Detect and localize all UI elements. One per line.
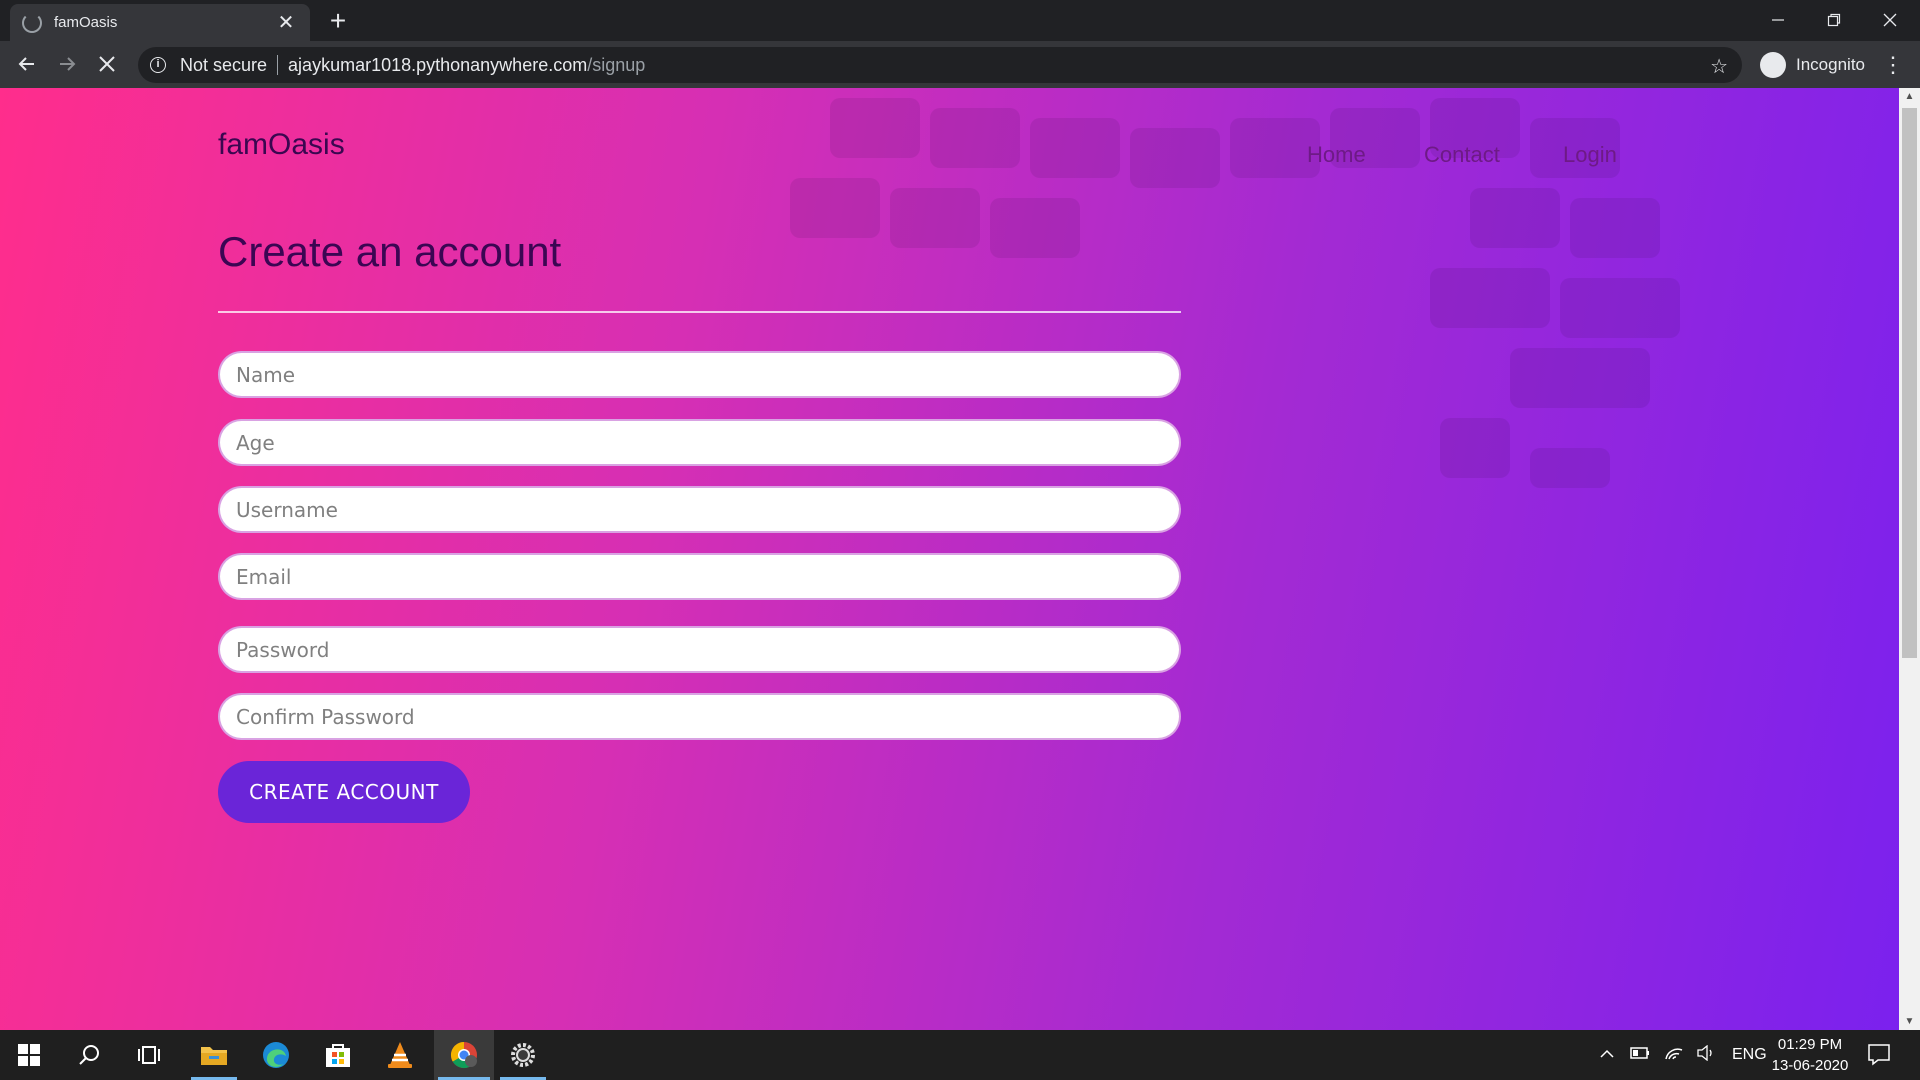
url-path: /signup: [587, 54, 646, 75]
battery-icon[interactable]: [1630, 1046, 1650, 1065]
page-viewport: famOasis Home Contact Login Create an ac…: [0, 88, 1899, 1030]
tab-title: famOasis: [54, 14, 118, 31]
age-field[interactable]: [218, 419, 1181, 466]
nav-contact-link[interactable]: Contact: [1424, 142, 1500, 168]
incognito-label: Incognito: [1796, 55, 1865, 74]
minimize-button[interactable]: [1750, 0, 1806, 40]
chrome-icon: [450, 1041, 477, 1069]
confirm-password-field[interactable]: [218, 693, 1181, 740]
bookmark-star-icon[interactable]: ☆: [1710, 54, 1728, 79]
loading-spinner-icon: [22, 12, 42, 33]
scroll-down-arrow-icon[interactable]: ▼: [1899, 1013, 1920, 1030]
clock-time: 01:29 PM: [1777, 1036, 1843, 1053]
incognito-icon: [1760, 52, 1786, 78]
page-title: Create an account: [218, 228, 562, 275]
site-info-icon[interactable]: i: [150, 57, 166, 73]
new-tab-button[interactable]: +: [323, 6, 353, 36]
show-hidden-icons-icon[interactable]: [1600, 1046, 1614, 1064]
scrollbar-thumb[interactable]: [1902, 108, 1917, 658]
forward-arrow-icon: [60, 57, 76, 71]
wifi-icon[interactable]: [1664, 1045, 1684, 1066]
clock-date: 13-06-2020: [1771, 1057, 1849, 1074]
action-center-icon[interactable]: [1866, 1041, 1894, 1069]
address-bar[interactable]: i Not secure ajaykumar1018.pythonanywher…: [138, 47, 1742, 83]
file-explorer-icon: [201, 1047, 227, 1065]
settings-app-taskbar-button[interactable]: [496, 1030, 550, 1080]
omnibox-separator: [277, 55, 279, 75]
browser-menu-button[interactable]: ⋮: [1880, 51, 1906, 79]
vlc-taskbar-button[interactable]: [373, 1030, 427, 1080]
email-field[interactable]: [218, 553, 1181, 600]
chrome-taskbar-button[interactable]: [434, 1030, 494, 1080]
password-field[interactable]: [218, 626, 1181, 673]
task-view-button[interactable]: [122, 1030, 176, 1080]
back-button[interactable]: [10, 47, 44, 81]
windows-icon: [18, 1044, 40, 1066]
stop-loading-button[interactable]: [90, 47, 124, 81]
nav-home-link[interactable]: Home: [1307, 142, 1366, 168]
store-taskbar-button[interactable]: [311, 1030, 365, 1080]
browser-toolbar: i Not secure ajaykumar1018.pythonanywher…: [0, 41, 1920, 88]
settings-app-icon: [511, 1043, 535, 1067]
username-field[interactable]: [218, 486, 1181, 533]
taskbar-clock[interactable]: 01:29 PM 13-06-2020: [1762, 1034, 1858, 1076]
task-view-icon: [138, 1046, 160, 1064]
restore-button[interactable]: [1806, 0, 1862, 40]
edge-taskbar-button[interactable]: [249, 1030, 303, 1080]
browser-tab[interactable]: famOasis ✕: [10, 4, 310, 41]
heading-divider: [218, 311, 1181, 313]
edge-icon: [263, 1042, 289, 1068]
url-host: ajaykumar1018.pythonanywhere.com: [288, 54, 588, 75]
forward-button[interactable]: [50, 47, 84, 81]
tab-close-icon[interactable]: ✕: [274, 10, 298, 35]
start-button[interactable]: [2, 1030, 56, 1080]
volume-icon[interactable]: [1696, 1044, 1716, 1066]
name-field[interactable]: [218, 351, 1181, 398]
page-scrollbar[interactable]: ▲ ▼: [1899, 88, 1920, 1030]
stop-icon: [99, 56, 115, 72]
search-icon: [79, 1045, 99, 1065]
site-brand[interactable]: famOasis: [218, 128, 345, 162]
incognito-indicator[interactable]: Incognito: [1752, 47, 1873, 83]
windows-taskbar: ENG 01:29 PM 13-06-2020: [0, 1030, 1920, 1080]
create-account-button[interactable]: CREATE ACCOUNT: [218, 761, 470, 823]
nav-login-link[interactable]: Login: [1563, 142, 1617, 168]
scroll-up-arrow-icon[interactable]: ▲: [1899, 88, 1920, 105]
system-tray: ENG: [1600, 1030, 1767, 1080]
security-label: Not secure: [180, 54, 268, 75]
vlc-icon: [388, 1042, 412, 1068]
back-arrow-icon: [18, 57, 34, 71]
tab-strip: famOasis ✕ +: [0, 0, 1920, 41]
close-window-button[interactable]: [1862, 0, 1918, 40]
file-explorer-taskbar-button[interactable]: [187, 1030, 241, 1080]
store-icon: [326, 1044, 350, 1067]
search-button[interactable]: [62, 1030, 116, 1080]
